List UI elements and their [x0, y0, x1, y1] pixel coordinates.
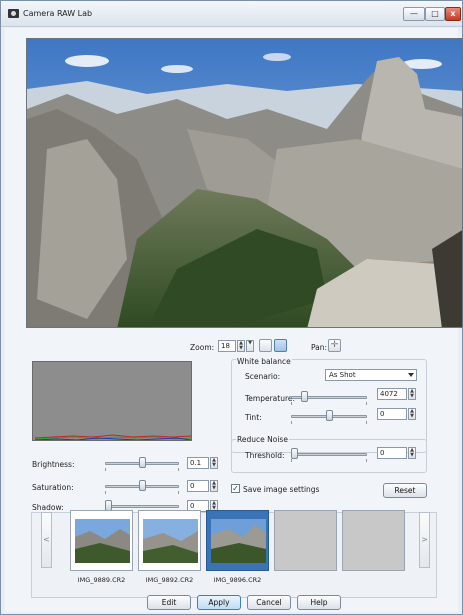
image-preview[interactable] [26, 38, 463, 328]
client-area: Zoom: 18 ▲ ▼ ▼ Pan: ✛ Brightness: 0.1 ▲ ▼ … [5, 28, 463, 612]
pan-label: Pan: [311, 343, 328, 352]
histogram [32, 361, 192, 441]
save-settings-label: Save image settings [243, 485, 320, 494]
reduce-noise-heading: Reduce Noise [236, 435, 289, 444]
temperature-slider[interactable] [291, 391, 367, 405]
zoom-input[interactable]: 18 [218, 340, 236, 352]
saturation-input[interactable]: 0 [187, 480, 209, 492]
pan-move-icon[interactable]: ✛ [328, 339, 341, 352]
zoom-label: Zoom: [190, 343, 215, 352]
thumbnail-1-caption: IMG_9889.CR2 [77, 576, 126, 584]
landscape-photo [27, 39, 462, 327]
temperature-input[interactable]: 4072 [377, 388, 407, 400]
thumbnail-image [143, 519, 198, 563]
tint-label: Tint: [245, 413, 262, 422]
cancel-button[interactable]: Cancel [247, 595, 291, 610]
threshold-label: Threshold: [245, 451, 285, 460]
thumbnail-image [75, 519, 130, 563]
scenario-value: As Shot [329, 371, 356, 379]
scenario-select[interactable]: As Shot [325, 369, 417, 381]
reset-button[interactable]: Reset [383, 483, 427, 498]
saturation-slider[interactable] [105, 480, 179, 494]
actual-size-icon[interactable] [274, 339, 287, 352]
slider-thumb[interactable] [291, 448, 298, 459]
threshold-stepper[interactable]: ▲ ▼ [408, 447, 416, 459]
white-balance-heading: White balance [236, 357, 292, 366]
title-bar[interactable]: Camera RAW Lab — □ x [1, 1, 462, 27]
slider-thumb[interactable] [326, 410, 333, 421]
filmstrip-prev-button[interactable]: < [41, 512, 52, 568]
save-settings-checkbox[interactable]: ✓ [231, 484, 240, 493]
fit-window-icon[interactable] [259, 339, 272, 352]
slider-thumb[interactable] [139, 457, 146, 468]
thumbnail-3-caption: IMG_9896.CR2 [213, 576, 262, 584]
temperature-stepper[interactable]: ▲ ▼ [408, 388, 416, 400]
tint-stepper[interactable]: ▲ ▼ [408, 408, 416, 420]
threshold-input[interactable]: 0 [377, 447, 407, 459]
shadow-label: Shadow: [32, 503, 64, 512]
temperature-label: Temperature: [245, 394, 296, 403]
brightness-label: Brightness: [32, 460, 75, 469]
brightness-slider[interactable] [105, 457, 179, 471]
scenario-label: Scenario: [245, 372, 281, 381]
saturation-label: Saturation: [32, 483, 74, 492]
window-title: Camera RAW Lab [23, 9, 93, 18]
brightness-input[interactable]: 0.1 [187, 457, 209, 469]
thumbnail-1[interactable] [70, 510, 133, 571]
slider-thumb[interactable] [301, 391, 308, 402]
slider-thumb[interactable] [139, 480, 146, 491]
tint-slider[interactable] [291, 410, 367, 424]
thumbnail-empty-5 [342, 510, 405, 571]
zoom-stepper[interactable]: ▲ ▼ [237, 340, 245, 352]
edit-button[interactable]: Edit [147, 595, 191, 610]
brightness-stepper[interactable]: ▲ ▼ [210, 457, 218, 469]
thumbnail-image [211, 519, 266, 563]
threshold-slider[interactable] [291, 448, 367, 462]
close-button[interactable]: x [445, 7, 461, 21]
thumbnail-empty-4 [274, 510, 337, 571]
tint-input[interactable]: 0 [377, 408, 407, 420]
minimize-button[interactable]: — [403, 7, 425, 21]
help-button[interactable]: Help [297, 595, 341, 610]
apply-button[interactable]: Apply [197, 595, 241, 610]
thumbnail-2-caption: IMG_9892.CR2 [145, 576, 194, 584]
camera-icon [8, 9, 19, 18]
maximize-button[interactable]: □ [425, 7, 445, 21]
zoom-dropdown-button[interactable]: ▼ [246, 340, 254, 352]
thumbnail-2[interactable] [138, 510, 201, 571]
saturation-stepper[interactable]: ▲ ▼ [210, 480, 218, 492]
filmstrip-next-button[interactable]: > [419, 512, 430, 568]
thumbnail-3-selected[interactable] [206, 510, 269, 571]
chevron-down-icon [408, 373, 414, 377]
app-window: Camera RAW Lab — □ x Zoom: 18 ▲ ▼ ▼ Pan:… [0, 0, 463, 615]
